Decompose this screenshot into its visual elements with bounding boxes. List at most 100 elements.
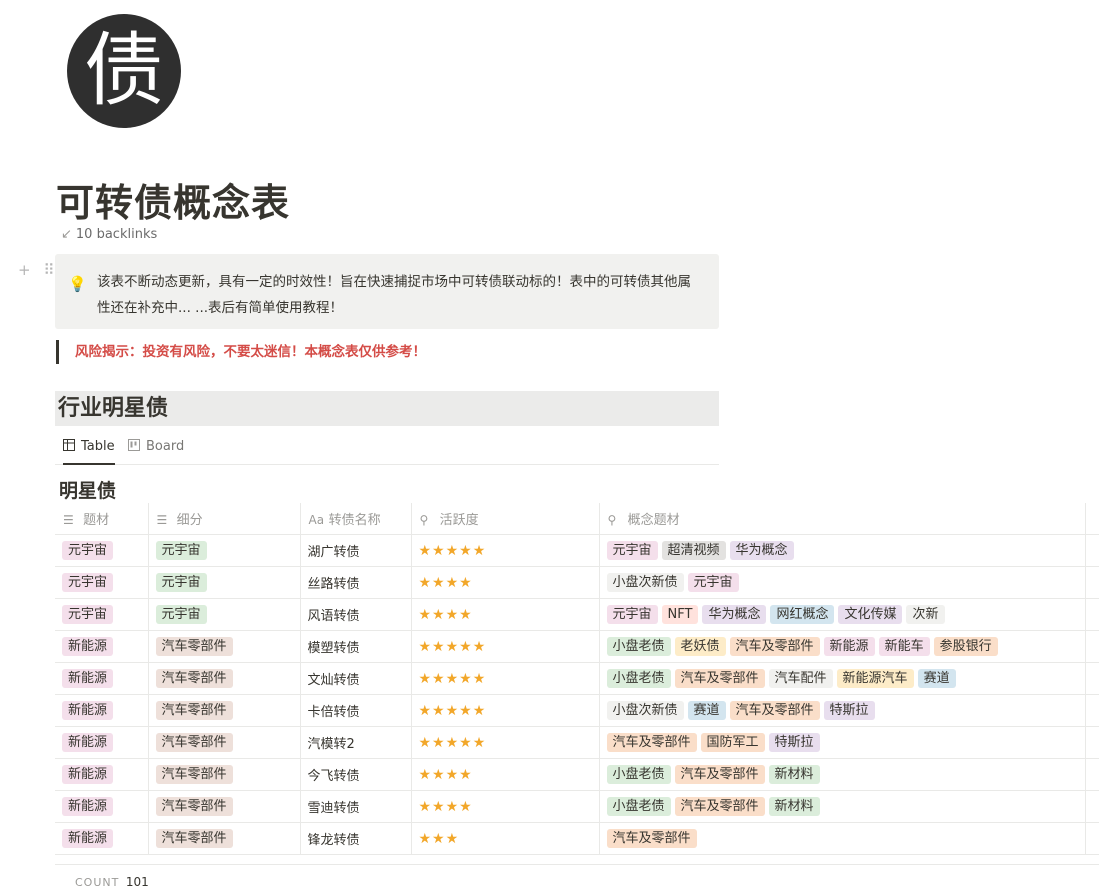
cell-name[interactable]: 丝路转债 (300, 566, 412, 599)
tag: 新能源 (62, 701, 114, 720)
column-header-sub[interactable]: ☰ 细分 (148, 503, 301, 535)
concept-tag: 国防军工 (700, 733, 765, 752)
cell-concepts[interactable]: 小盘老债 汽车及零部件 新材料 (599, 758, 1086, 791)
bond-name: 锋龙转债 (307, 833, 360, 848)
cell-extra (1085, 630, 1099, 663)
block-drag-handle[interactable]: + ⠿ (18, 261, 58, 279)
concept-tag: 老妖债 (674, 637, 726, 656)
tag: 汽车零部件 (155, 733, 233, 752)
cell-activity[interactable]: ★★★★ (411, 758, 600, 791)
cell-name[interactable]: 文灿转债 (300, 662, 412, 695)
bond-name: 卡倍转债 (307, 705, 360, 720)
backlinks-link[interactable]: ↙ 10 backlinks (61, 227, 157, 242)
tag: 元宇宙 (155, 573, 207, 592)
cell-activity[interactable]: ★★★★ (411, 790, 600, 823)
cell-name[interactable]: 卡倍转债 (300, 694, 412, 727)
cell-sub[interactable]: 汽车零部件 (148, 790, 301, 823)
cell-concepts[interactable]: 元宇宙 超清视频 华为概念 (599, 534, 1086, 567)
cell-concepts[interactable]: 小盘老债 汽车及零部件 汽车配件 新能源汽车 赛道 (599, 662, 1086, 695)
concept-tag: 小盘老债 (606, 637, 671, 656)
tag: 汽车零部件 (155, 797, 233, 816)
concept-tag: 超清视频 (661, 541, 726, 560)
cell-sub[interactable]: 汽车零部件 (148, 726, 301, 759)
cell-sub[interactable]: 汽车零部件 (148, 662, 301, 695)
cell-theme[interactable]: 新能源 (55, 822, 149, 855)
cell-activity[interactable]: ★★★★ (411, 598, 600, 631)
table-row[interactable]: 新能源 汽车零部件 今飞转债 ★★★★ 小盘老债 汽车及零部件 新材料 (55, 758, 1099, 791)
cell-sub[interactable]: 元宇宙 (148, 598, 301, 631)
table-row[interactable]: 新能源 汽车零部件 模塑转债 ★★★★★ 小盘老债 老妖债 汽车及零部件 新能源 新能车 参股银行 (55, 630, 1099, 663)
cell-theme[interactable]: 元宇宙 (55, 566, 149, 599)
table-row[interactable]: 新能源 汽车零部件 汽模转2 ★★★★★ 汽车及零部件 国防军工 特斯拉 (55, 726, 1099, 759)
cell-name[interactable]: 今飞转债 (300, 758, 412, 791)
column-header-concepts[interactable]: ⚲ 概念题材 (599, 503, 1086, 535)
cell-activity[interactable]: ★★★★ (411, 566, 600, 599)
cell-activity[interactable]: ★★★★★ (411, 662, 600, 695)
concept-tag: 赛道 (687, 701, 726, 720)
cell-concepts[interactable]: 小盘老债 汽车及零部件 新材料 (599, 790, 1086, 823)
tab-board[interactable]: Board (128, 431, 184, 464)
table-row[interactable]: 新能源 汽车零部件 卡倍转债 ★★★★★ 小盘次新债 赛道 汽车及零部件 特斯拉 (55, 694, 1099, 727)
tag: 新能源 (62, 733, 114, 752)
cell-theme[interactable]: 新能源 (55, 726, 149, 759)
cell-concepts[interactable]: 元宇宙 NFT 华为概念 网红概念 文化传媒 次新 (599, 598, 1086, 631)
table-row[interactable]: 元宇宙 元宇宙 丝路转债 ★★★★ 小盘次新债 元宇宙 (55, 566, 1099, 599)
cell-concepts[interactable]: 小盘次新债 元宇宙 (599, 566, 1086, 599)
cell-extra (1085, 758, 1099, 791)
database-title[interactable]: 明星债 (59, 476, 116, 503)
cell-name[interactable]: 锋龙转债 (300, 822, 412, 855)
cell-theme[interactable]: 新能源 (55, 758, 149, 791)
cell-sub[interactable]: 元宇宙 (148, 534, 301, 567)
cell-extra (1085, 790, 1099, 823)
cell-name[interactable]: 雪迪转债 (300, 790, 412, 823)
cell-sub[interactable]: 元宇宙 (148, 566, 301, 599)
concept-tag: 新能车 (878, 637, 930, 656)
concept-tag: 汽车及零部件 (674, 797, 765, 816)
column-header-name[interactable]: Aa 转债名称 (300, 503, 412, 535)
cell-extra (1085, 566, 1099, 599)
table-row[interactable]: 新能源 汽车零部件 文灿转债 ★★★★★ 小盘老债 汽车及零部件 汽车配件 新能源汽车 赛道 (55, 662, 1099, 695)
cell-sub[interactable]: 汽车零部件 (148, 758, 301, 791)
cell-name[interactable]: 湖广转债 (300, 534, 412, 567)
column-header-theme[interactable]: ☰ 题材 (55, 503, 149, 535)
cell-sub[interactable]: 汽车零部件 (148, 822, 301, 855)
cell-theme[interactable]: 新能源 (55, 662, 149, 695)
cell-theme[interactable]: 新能源 (55, 630, 149, 663)
cell-activity[interactable]: ★★★★★ (411, 534, 600, 567)
concept-tag: 小盘老债 (606, 669, 671, 688)
cell-name[interactable]: 汽模转2 (300, 726, 412, 759)
concept-tag: 网红概念 (770, 605, 835, 624)
table-row[interactable]: 元宇宙 元宇宙 风语转债 ★★★★ 元宇宙 NFT 华为概念 网红概念 文化传媒 次新 (55, 598, 1099, 631)
cell-name[interactable]: 模塑转债 (300, 630, 412, 663)
cell-activity[interactable]: ★★★★★ (411, 726, 600, 759)
cell-sub[interactable]: 汽车零部件 (148, 694, 301, 727)
lightbulb-icon: 💡 (68, 275, 87, 293)
cell-extra (1085, 726, 1099, 759)
cell-theme[interactable]: 元宇宙 (55, 534, 149, 567)
cell-activity[interactable]: ★★★★★ (411, 630, 600, 663)
cell-concepts[interactable]: 汽车及零部件 (599, 822, 1086, 855)
search-icon: ⚲ (419, 513, 429, 527)
cell-concepts[interactable]: 汽车及零部件 国防军工 特斯拉 (599, 726, 1086, 759)
cell-name[interactable]: 风语转债 (300, 598, 412, 631)
table-body: 元宇宙 元宇宙 湖广转债 ★★★★★ 元宇宙 超清视频 华为概念 元宇宙 元宇宙 丝路转债 ★★★★… (55, 534, 1099, 855)
column-header-activity[interactable]: ⚲ 活跃度 (411, 503, 600, 535)
table-row[interactable]: 元宇宙 元宇宙 湖广转债 ★★★★★ 元宇宙 超清视频 华为概念 (55, 534, 1099, 567)
table-icon (63, 439, 75, 451)
cell-extra (1085, 534, 1099, 567)
cell-sub[interactable]: 汽车零部件 (148, 630, 301, 663)
cell-theme[interactable]: 元宇宙 (55, 598, 149, 631)
cell-activity[interactable]: ★★★★★ (411, 694, 600, 727)
cell-theme[interactable]: 新能源 (55, 694, 149, 727)
page-icon[interactable]: 债 (67, 14, 181, 128)
row-count[interactable]: COUNT 101 (75, 875, 149, 889)
table-row[interactable]: 新能源 汽车零部件 锋龙转债 ★★★ 汽车及零部件 (55, 822, 1099, 855)
arrow-down-left-icon: ↙ (61, 227, 72, 242)
cell-theme[interactable]: 新能源 (55, 790, 149, 823)
table-row[interactable]: 新能源 汽车零部件 雪迪转债 ★★★★ 小盘老债 汽车及零部件 新材料 (55, 790, 1099, 823)
cell-extra (1085, 662, 1099, 695)
cell-concepts[interactable]: 小盘次新债 赛道 汽车及零部件 特斯拉 (599, 694, 1086, 727)
tab-table[interactable]: Table (63, 431, 115, 465)
cell-concepts[interactable]: 小盘老债 老妖债 汽车及零部件 新能源 新能车 参股银行 (599, 630, 1086, 663)
cell-activity[interactable]: ★★★ (411, 822, 600, 855)
